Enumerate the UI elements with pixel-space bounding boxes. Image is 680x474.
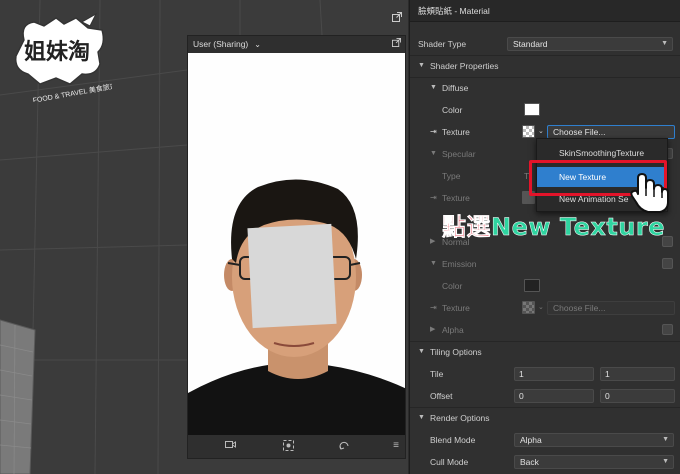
emission-color-row: Color (410, 275, 680, 297)
collapse-arrow-icon: ▼ (430, 84, 437, 91)
external-link-icon[interactable] (392, 12, 402, 22)
scene-viewport[interactable]: 姐妹淘 FOOD & TRAVEL 美食旅遊 User (Sharing) ⌄ (0, 0, 408, 474)
expand-arrow-icon: ▶ (430, 326, 436, 333)
diffuse-header[interactable]: ▼ Diffuse (410, 77, 680, 99)
texture-label: Texture (442, 127, 470, 137)
type-label: Type (442, 171, 461, 181)
link-arrow-icon[interactable]: ⇥ (430, 297, 437, 319)
expand-preview-icon[interactable] (392, 36, 401, 53)
emission-file-select[interactable]: Choose File... (547, 301, 675, 315)
color-label: Color (442, 281, 463, 291)
shader-type-row: Shader Type Standard ▼ (410, 33, 680, 55)
shader-type-value: Standard (513, 39, 548, 49)
instruction-annotation: 點選New Texture (442, 207, 665, 242)
cull-mode-value: Back (520, 457, 539, 467)
render-options-label: Render Options (430, 413, 490, 423)
tile-label: Tile (430, 369, 444, 379)
diffuse-color-row: Color (410, 99, 680, 121)
texture-thumbnail[interactable] (522, 125, 535, 138)
choose-file-text: Choose File... (553, 127, 606, 137)
offset-y-input[interactable]: 0 (600, 389, 675, 403)
shader-properties-label: Shader Properties (430, 61, 499, 71)
video-icon[interactable] (224, 440, 236, 452)
capture-icon[interactable] (282, 440, 294, 452)
chevron-down-icon[interactable]: ⌄ (538, 297, 544, 319)
alpha-label: Alpha (442, 325, 464, 335)
camera-preview-image (188, 53, 405, 437)
cull-mode-row: Cull Mode Back ▼ (410, 451, 680, 473)
collapse-arrow-icon: ▼ (418, 62, 425, 69)
choose-file-text: Choose File... (553, 303, 606, 313)
tile-x-input[interactable]: 1 (514, 367, 594, 381)
specular-label: Specular (442, 149, 476, 159)
texture-label: Texture (442, 193, 470, 203)
link-arrow-icon[interactable]: ⇥ (430, 121, 437, 143)
emission-texture-row: ⇥ Texture ⌄ Choose File... (410, 297, 680, 319)
emission-checkbox[interactable] (662, 258, 673, 269)
emission-label: Emission (442, 259, 477, 269)
chevron-down-icon: ▼ (662, 436, 669, 443)
annotation-green-text: New Texture (491, 213, 666, 242)
preview-toolbar: ≡ (188, 435, 405, 458)
emission-color-swatch[interactable] (524, 279, 540, 292)
blend-mode-row: Blend Mode Alpha ▼ (410, 429, 680, 451)
texture-file-select[interactable]: Choose File... (547, 125, 675, 139)
blend-mode-label: Blend Mode (430, 435, 476, 445)
collapse-arrow-icon: ▼ (418, 414, 425, 421)
offset-label: Offset (430, 391, 453, 401)
offset-row: Offset 0 0 (410, 385, 680, 407)
chevron-down-icon[interactable]: ⌄ (254, 40, 261, 49)
rotate-icon[interactable] (338, 440, 350, 452)
diffuse-color-swatch[interactable] (524, 103, 540, 116)
collapse-arrow-icon: ▼ (430, 150, 437, 157)
chevron-down-icon: ▼ (662, 458, 669, 465)
texture-thumbnail[interactable] (522, 301, 535, 314)
emission-header[interactable]: ▼ Emission (410, 253, 680, 275)
svg-text:FOOD & TRAVEL 美食旅遊: FOOD & TRAVEL 美食旅遊 (32, 81, 112, 102)
expand-arrow-icon: ▶ (430, 238, 436, 245)
panel-title: 臉頰貼紙 - Material (410, 0, 680, 22)
preview-header[interactable]: User (Sharing) ⌄ (188, 36, 405, 53)
color-label: Color (442, 105, 463, 115)
menu-icon[interactable]: ≡ (390, 440, 402, 452)
collapse-arrow-icon: ▼ (430, 260, 437, 267)
svg-text:姐妹淘: 姐妹淘 (24, 39, 90, 65)
shader-type-label: Shader Type (418, 39, 467, 49)
tile-y-input[interactable]: 1 (600, 367, 675, 381)
shader-type-select[interactable]: Standard ▼ (507, 37, 673, 51)
blend-mode-select[interactable]: Alpha ▼ (514, 433, 674, 447)
shader-properties-header[interactable]: ▼ Shader Properties (410, 55, 680, 77)
annotation-red-text: 點選 (442, 213, 491, 242)
tile-row: Tile 1 1 (410, 363, 680, 385)
camera-label: User (Sharing) (193, 39, 249, 49)
link-arrow-icon[interactable]: ⇥ (430, 187, 437, 209)
preview-window: User (Sharing) ⌄ ≡ (187, 35, 406, 459)
brand-logo: 姐妹淘 FOOD & TRAVEL 美食旅遊 (4, 4, 117, 105)
texture-label: Texture (442, 303, 470, 313)
alpha-checkbox[interactable] (662, 324, 673, 335)
chevron-down-icon: ▼ (661, 40, 668, 47)
cull-mode-label: Cull Mode (430, 457, 469, 467)
offset-x-input[interactable]: 0 (514, 389, 594, 403)
cull-mode-select[interactable]: Back ▼ (514, 455, 674, 469)
blend-mode-value: Alpha (520, 435, 542, 445)
tiling-options-label: Tiling Options (430, 347, 482, 357)
collapse-arrow-icon: ▼ (418, 348, 425, 355)
alpha-header[interactable]: ▶ Alpha (410, 319, 680, 341)
render-options-header[interactable]: ▼ Render Options (410, 407, 680, 429)
tiling-options-header[interactable]: ▼ Tiling Options (410, 341, 680, 363)
diffuse-label: Diffuse (442, 83, 469, 93)
